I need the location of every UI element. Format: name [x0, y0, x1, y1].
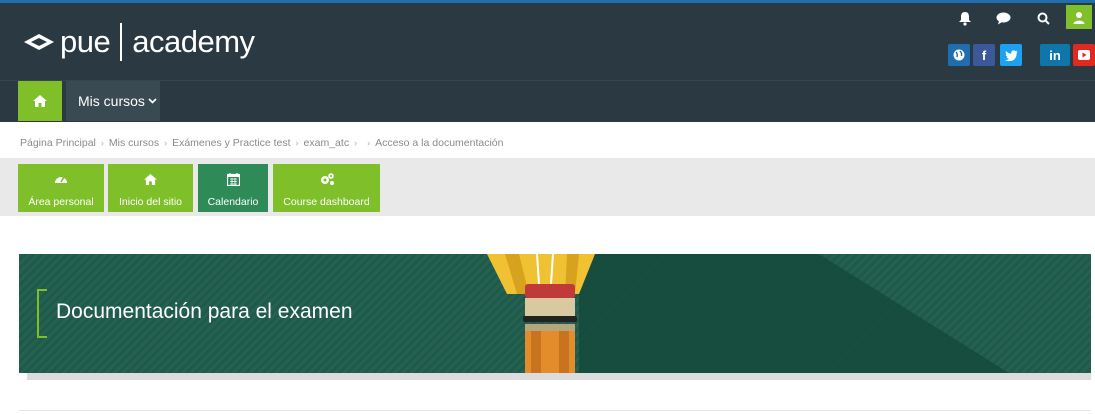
- globe-icon: [953, 49, 965, 61]
- user-icon: [1073, 11, 1085, 24]
- breadcrumb: Página Principal › Mis cursos › Exámenes…: [20, 137, 504, 149]
- content-divider: [19, 410, 1091, 411]
- breadcrumb-separator-icon: ›: [295, 138, 299, 148]
- nav-mis-cursos-dropdown[interactable]: Mis cursos: [66, 81, 160, 121]
- quick-course-dashboard-label: Course dashboard: [283, 196, 370, 208]
- cogs-icon: [320, 173, 334, 185]
- breadcrumb-item-examenes[interactable]: Exámenes y Practice test: [172, 137, 290, 149]
- social-globe-button[interactable]: [948, 44, 970, 66]
- quick-inicio-sitio-label: Inicio del sitio: [118, 196, 183, 208]
- site-logo[interactable]: pue academy: [22, 20, 255, 64]
- linkedin-icon: in: [1049, 47, 1061, 63]
- breadcrumb-separator-icon: ›: [164, 138, 168, 148]
- notifications-button[interactable]: [951, 5, 979, 31]
- social-facebook-button[interactable]: f: [973, 44, 995, 66]
- messages-button[interactable]: [989, 5, 1017, 31]
- facebook-icon: f: [981, 47, 987, 63]
- banner-shadow: [27, 373, 1091, 380]
- logo-text-academy: academy: [132, 24, 255, 59]
- calendar-icon: [226, 172, 240, 186]
- home-icon: [33, 95, 47, 107]
- quick-area-personal-button[interactable]: Área personal: [18, 164, 104, 212]
- quick-course-dashboard-button[interactable]: Course dashboard: [273, 164, 380, 212]
- banner-title-bracket: [37, 289, 47, 338]
- pue-logo-icon: [24, 34, 54, 50]
- breadcrumb-separator-icon: ›: [100, 138, 104, 148]
- social-linkedin-button[interactable]: in: [1040, 44, 1070, 66]
- header-top-accent: [0, 0, 1095, 3]
- main-navbar: [0, 80, 1095, 122]
- breadcrumb-item-mis-cursos[interactable]: Mis cursos: [109, 137, 159, 149]
- chevron-down-icon: [148, 98, 157, 104]
- breadcrumb-item-current: Acceso a la documentación: [375, 137, 504, 149]
- search-button[interactable]: [1029, 5, 1057, 31]
- logo-divider: [120, 23, 123, 61]
- logo-text-pue: pue: [60, 24, 111, 59]
- quick-calendario-button[interactable]: Calendario: [198, 164, 268, 212]
- nav-mis-cursos-label: Mis cursos: [78, 93, 145, 109]
- breadcrumb-separator-icon: ›: [367, 138, 371, 148]
- search-icon: [1037, 12, 1050, 25]
- youtube-icon: [1078, 50, 1090, 60]
- user-menu-button[interactable]: [1066, 5, 1092, 29]
- home-icon: [144, 173, 157, 185]
- social-twitter-button[interactable]: [1000, 44, 1022, 66]
- chat-icon: [996, 12, 1010, 24]
- dashboard-icon: [55, 176, 67, 183]
- bell-icon: [959, 11, 971, 26]
- breadcrumb-separator-icon: ›: [354, 138, 358, 148]
- social-youtube-button[interactable]: [1073, 44, 1095, 66]
- breadcrumb-item-exam-atc[interactable]: exam_atc: [304, 137, 350, 149]
- quick-area-personal-label: Área personal: [28, 196, 94, 208]
- nav-home-button[interactable]: [18, 81, 62, 121]
- breadcrumb-item-home[interactable]: Página Principal: [20, 137, 96, 149]
- quick-inicio-sitio-button[interactable]: Inicio del sitio: [108, 164, 193, 212]
- page-title: Documentación para el examen: [56, 300, 353, 323]
- twitter-icon: [1004, 49, 1017, 61]
- quick-calendario-label: Calendario: [207, 196, 259, 208]
